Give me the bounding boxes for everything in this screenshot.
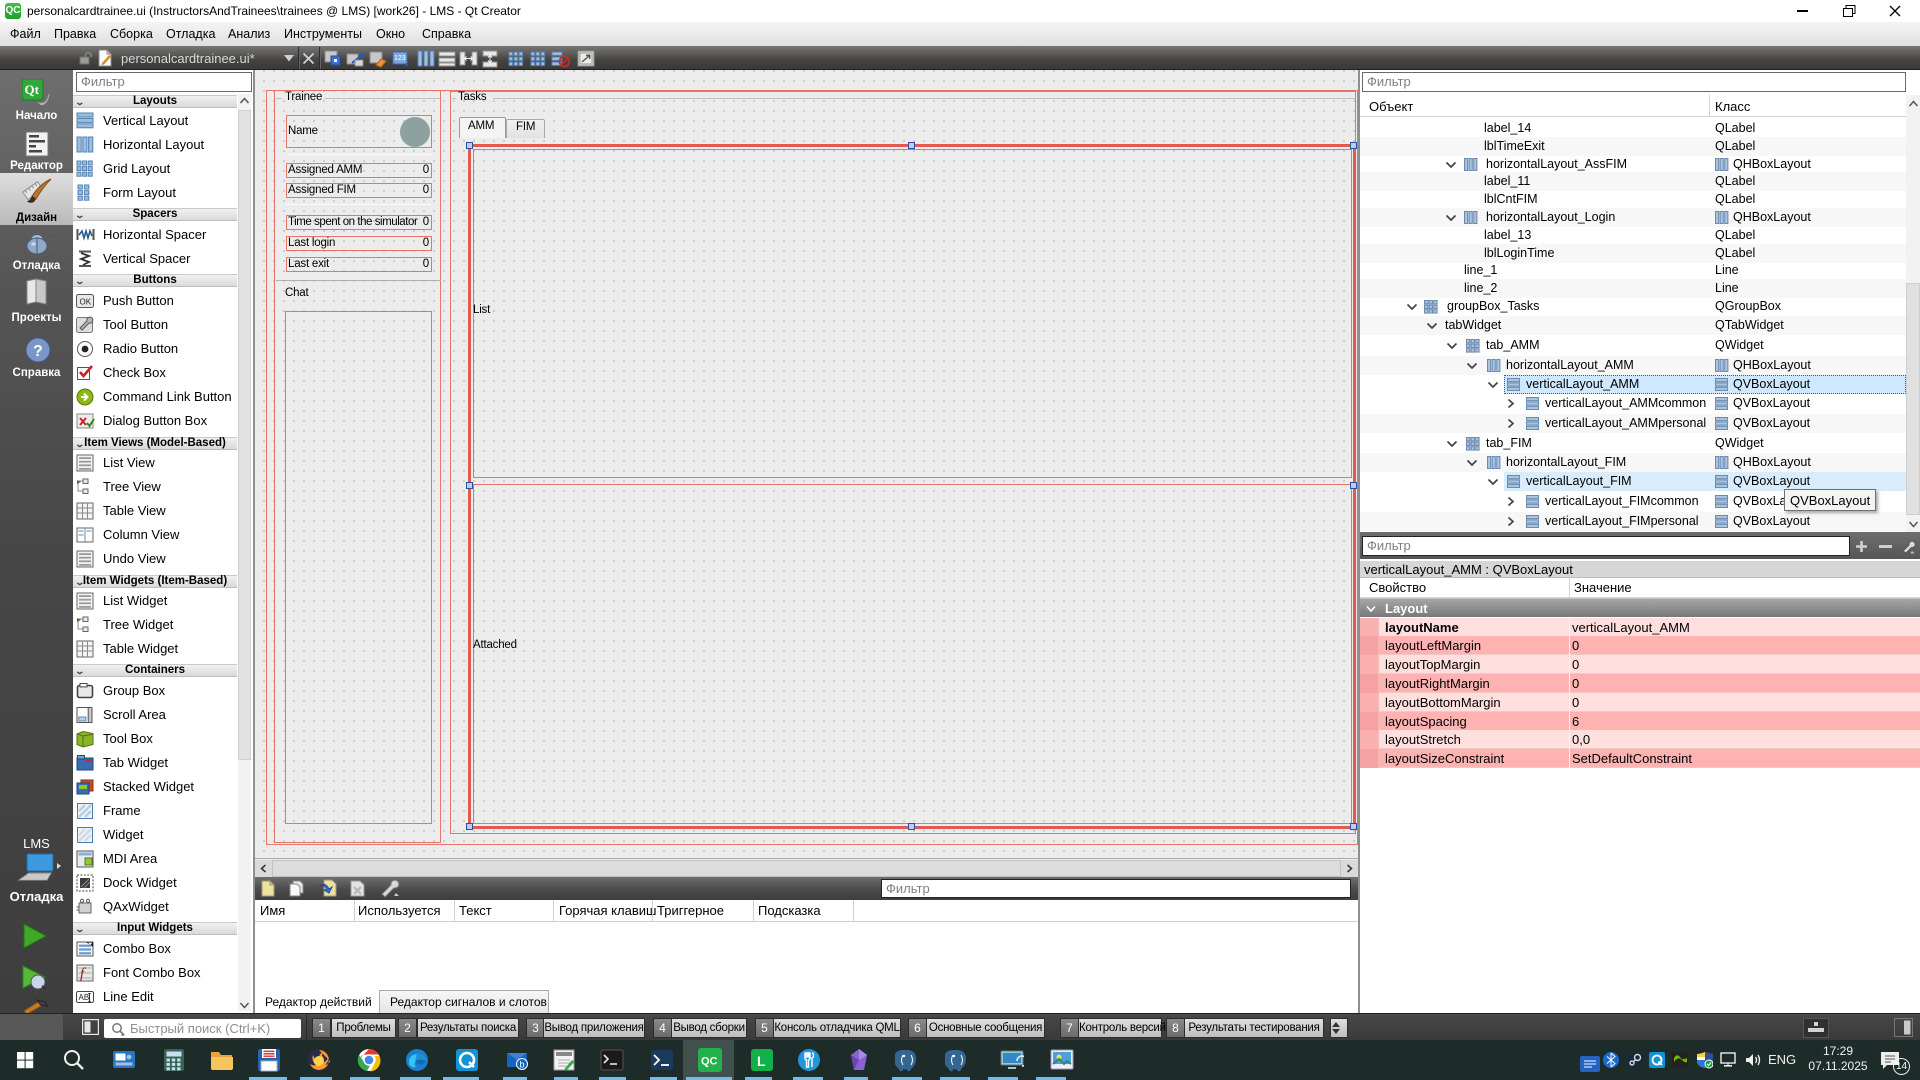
svg-text:?: ? xyxy=(33,343,43,360)
svg-text:QC: QC xyxy=(701,1056,718,1068)
svg-text:Qt: Qt xyxy=(25,82,40,97)
svg-text:AB: AB xyxy=(79,993,90,1002)
svg-text:123: 123 xyxy=(394,55,406,62)
svg-text:OK: OK xyxy=(80,298,92,307)
svg-text:L: L xyxy=(757,1053,766,1069)
svg-text:b: b xyxy=(520,1060,525,1070)
